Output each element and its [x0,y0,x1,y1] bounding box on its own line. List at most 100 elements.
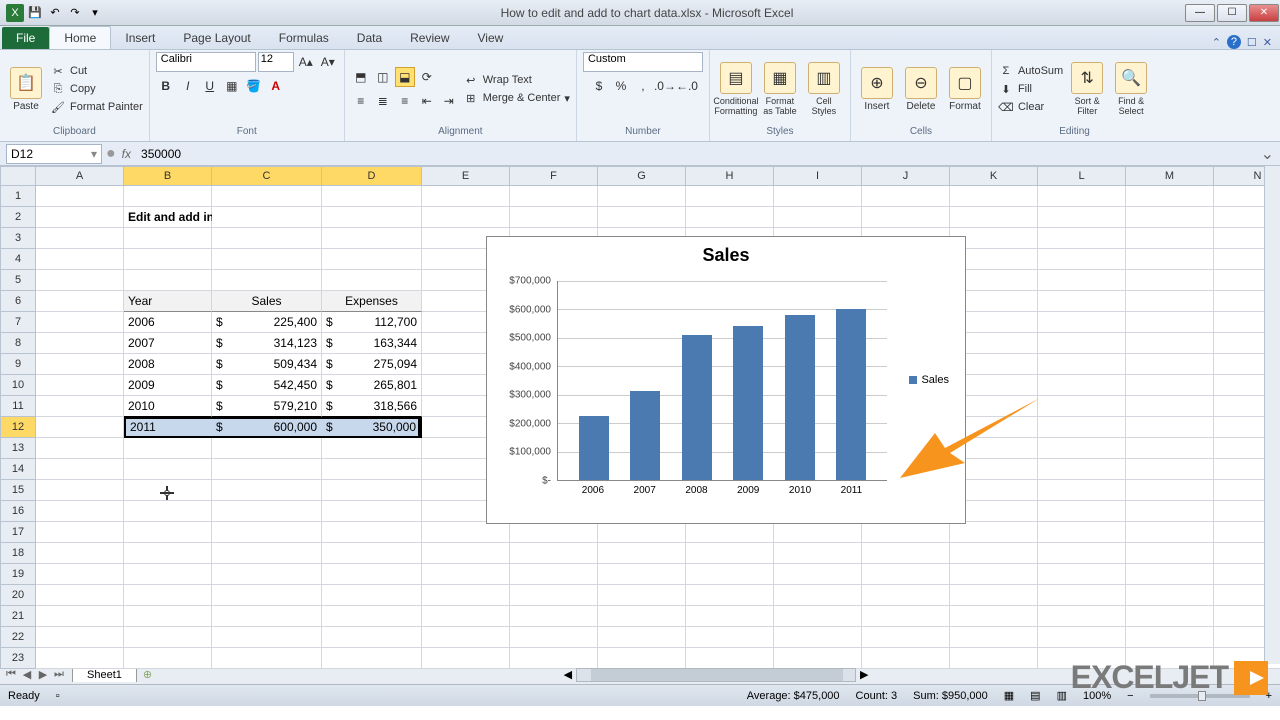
shrink-font-icon[interactable]: A▾ [318,52,338,72]
cell[interactable] [774,627,862,648]
row-header-7[interactable]: 7 [0,312,36,333]
cell[interactable] [212,186,322,207]
cell[interactable] [1038,522,1126,543]
cell[interactable] [598,564,686,585]
find-select-button[interactable]: 🔍Find & Select [1111,62,1151,116]
cell[interactable] [124,585,212,606]
cell[interactable] [124,522,212,543]
cell[interactable] [322,522,422,543]
cell[interactable] [124,438,212,459]
row-header-23[interactable]: 23 [0,648,36,669]
row-header-12[interactable]: 12 [0,417,36,438]
prev-sheet-icon[interactable]: ◀ [20,668,34,681]
close-button[interactable]: ✕ [1249,4,1279,22]
save-icon[interactable]: 💾 [26,4,44,22]
cell[interactable] [36,501,124,522]
cell[interactable] [598,207,686,228]
cell[interactable] [212,270,322,291]
merge-button[interactable]: ⊞Merge & Center ▾ [463,90,570,106]
cell[interactable] [1126,522,1214,543]
cell[interactable] [36,585,124,606]
cell[interactable] [422,207,510,228]
grid[interactable]: ABCDEFGHIJKLMN 1234567891011121314151617… [0,166,1280,664]
cell[interactable]: 2009 [124,375,212,396]
cell[interactable] [1126,501,1214,522]
cell[interactable] [510,564,598,585]
cell[interactable] [36,312,124,333]
indent-inc-icon[interactable]: ⇥ [439,91,459,111]
row-header-9[interactable]: 9 [0,354,36,375]
cell[interactable] [36,291,124,312]
vertical-scrollbar[interactable] [1264,166,1280,664]
tab-home[interactable]: Home [49,26,111,49]
cell[interactable] [212,648,322,669]
inc-decimal-icon[interactable]: .0→ [655,76,675,96]
cell[interactable] [598,648,686,669]
cell[interactable]: $314,123 [212,333,322,354]
cell[interactable] [36,438,124,459]
cell[interactable] [774,186,862,207]
cell[interactable] [212,606,322,627]
tab-data[interactable]: Data [343,27,396,49]
sort-filter-button[interactable]: ⇅Sort & Filter [1067,62,1107,116]
cell[interactable] [686,564,774,585]
col-header-M[interactable]: M [1126,166,1214,186]
formula-input[interactable] [137,144,1255,164]
col-header-L[interactable]: L [1038,166,1126,186]
row-header-5[interactable]: 5 [0,270,36,291]
cell[interactable] [598,627,686,648]
cell[interactable] [862,627,950,648]
cell[interactable] [322,627,422,648]
row-header-1[interactable]: 1 [0,186,36,207]
cell[interactable] [422,186,510,207]
cell[interactable] [1126,396,1214,417]
cell[interactable] [1126,606,1214,627]
cell[interactable]: $579,210 [212,396,322,417]
cell[interactable] [1126,585,1214,606]
cell[interactable] [124,606,212,627]
tab-page-layout[interactable]: Page Layout [169,27,264,49]
cell[interactable] [36,249,124,270]
fx-icon[interactable]: fx [122,147,131,161]
cell[interactable] [1038,186,1126,207]
cell[interactable] [1126,312,1214,333]
cell[interactable] [950,627,1038,648]
cell[interactable] [598,186,686,207]
format-painter-button[interactable]: 🖌Format Painter [50,99,143,115]
cell[interactable] [1038,207,1126,228]
cell[interactable]: Edit and add information to a chart [124,207,212,228]
insert-cells-button[interactable]: ⊕Insert [857,67,897,112]
cell[interactable] [124,459,212,480]
new-sheet-icon[interactable]: ⊕ [143,668,152,681]
cell[interactable] [510,207,598,228]
italic-button[interactable]: I [178,76,198,96]
grow-font-icon[interactable]: A▴ [296,52,316,72]
row-header-22[interactable]: 22 [0,627,36,648]
cell[interactable] [774,522,862,543]
row-header-21[interactable]: 21 [0,606,36,627]
align-left-icon[interactable]: ≡ [351,91,371,111]
cell[interactable]: 2010 [124,396,212,417]
cell[interactable] [212,564,322,585]
cell[interactable] [774,585,862,606]
cell[interactable] [774,543,862,564]
cell[interactable] [774,606,862,627]
cell[interactable] [212,543,322,564]
cell[interactable] [212,480,322,501]
cell[interactable] [1038,396,1126,417]
cell[interactable] [322,186,422,207]
cell[interactable] [212,228,322,249]
cell[interactable] [212,627,322,648]
namebox-dropdown-icon[interactable]: ▾ [91,147,97,161]
cell[interactable] [1038,543,1126,564]
cell[interactable] [1038,354,1126,375]
col-header-D[interactable]: D [322,166,422,186]
col-header-F[interactable]: F [510,166,598,186]
paste-button[interactable]: 📋 Paste [6,67,46,112]
cell[interactable] [510,648,598,669]
first-sheet-icon[interactable]: ⏮ [4,668,18,681]
row-header-8[interactable]: 8 [0,333,36,354]
cell[interactable] [322,480,422,501]
cell[interactable] [36,186,124,207]
cell[interactable] [36,648,124,669]
